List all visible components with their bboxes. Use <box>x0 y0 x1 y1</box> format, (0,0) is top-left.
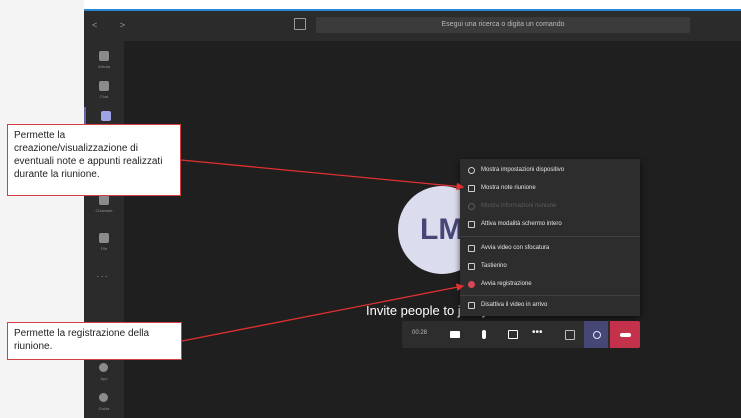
rail-item-activity[interactable]: Attività <box>84 47 124 75</box>
keypad-icon <box>468 263 475 270</box>
rail-item-label: Chat <box>99 94 109 99</box>
notes-callout: Permette la creazione/visualizzazione di… <box>7 124 181 196</box>
menu-item-label: Disattiva il video in arrivo <box>481 302 548 308</box>
rail-item-apps[interactable]: App <box>84 359 124 387</box>
teams-icon <box>101 111 111 121</box>
apps-icon <box>99 363 108 372</box>
show-conversation-button[interactable] <box>557 321 581 348</box>
menu-item-fullscreen[interactable]: Attiva modalità schermo intero <box>460 216 640 234</box>
rail-item-label: Guida <box>98 406 110 411</box>
menu-item-label: Mostra impostazioni dispositivo <box>481 167 565 173</box>
notes-icon <box>468 185 475 192</box>
help-icon <box>99 393 108 402</box>
search-input[interactable]: Esegui una ricerca o digita un comando <box>316 17 690 33</box>
share-screen-button[interactable] <box>500 321 524 348</box>
phone-icon <box>99 195 109 205</box>
share-screen-icon <box>508 330 518 339</box>
menu-item-meeting-info: Mostra informazioni riunione <box>460 198 640 216</box>
rail-item-chat[interactable]: Chat <box>84 77 124 105</box>
menu-item-keypad[interactable]: Tastierino <box>460 258 640 276</box>
blur-icon <box>468 245 475 252</box>
rail-item-label: File <box>100 246 108 251</box>
camera-icon <box>450 331 460 338</box>
title-bar: < > Esegui una ricerca o digita un coman… <box>84 11 741 41</box>
hang-up-button[interactable] <box>610 321 640 348</box>
menu-item-label: Mostra informazioni riunione <box>481 203 557 209</box>
more-actions-menu: Mostra impostazioni dispositivo Mostra n… <box>460 159 640 316</box>
file-icon <box>99 233 109 243</box>
gear-icon <box>468 167 475 174</box>
app-rail: Attività Chat Team Calendario Chiamate F… <box>84 41 124 418</box>
menu-item-label: Attiva modalità schermo intero <box>481 221 562 227</box>
rail-item-label: App <box>100 376 108 381</box>
show-participants-button[interactable] <box>584 321 608 348</box>
menu-item-label: Tastierino <box>481 263 507 269</box>
chat-icon <box>99 81 109 91</box>
rail-item-label: Chiamate <box>95 208 113 213</box>
menu-item-label: Avvia video con sfocatura <box>481 245 550 251</box>
menu-item-device-settings[interactable]: Mostra impostazioni dispositivo <box>460 162 640 180</box>
menu-item-blur-video[interactable]: Avvia video con sfocatura <box>460 240 640 258</box>
compose-icon[interactable] <box>294 18 306 30</box>
rail-item-files[interactable]: File <box>84 229 124 257</box>
hang-up-icon <box>620 333 631 337</box>
more-apps-button[interactable]: ··· <box>96 271 109 282</box>
microphone-icon <box>482 330 486 339</box>
rail-item-help[interactable]: Guida <box>84 389 124 417</box>
bell-icon <box>99 51 109 61</box>
history-nav-arrows[interactable]: < > <box>92 20 135 30</box>
call-controls-bar: 00:28 ••• <box>402 321 640 348</box>
mic-toggle-button[interactable] <box>472 321 496 348</box>
recording-callout: Permette la registrazione della riunione… <box>7 322 182 360</box>
record-icon <box>468 281 475 288</box>
menu-item-meeting-notes[interactable]: Mostra note riunione <box>460 180 640 198</box>
menu-item-incoming-video-off[interactable]: Disattiva il video in arrivo <box>460 297 640 315</box>
video-off-icon <box>468 302 475 309</box>
more-actions-button[interactable]: ••• <box>527 321 551 348</box>
rail-item-label: Attività <box>97 64 110 69</box>
people-icon <box>593 331 601 339</box>
info-icon <box>468 203 475 210</box>
call-timer: 00:28 <box>412 330 428 336</box>
ellipsis-icon: ••• <box>532 327 543 338</box>
menu-item-label: Avvia registrazione <box>481 281 532 287</box>
fullscreen-icon <box>468 221 475 228</box>
camera-toggle-button[interactable] <box>442 321 466 348</box>
menu-item-start-recording[interactable]: Avvia registrazione <box>460 276 640 294</box>
menu-divider <box>460 236 640 237</box>
chat-bubble-icon <box>565 330 575 340</box>
menu-divider <box>460 295 640 296</box>
menu-item-label: Mostra note riunione <box>481 185 536 191</box>
